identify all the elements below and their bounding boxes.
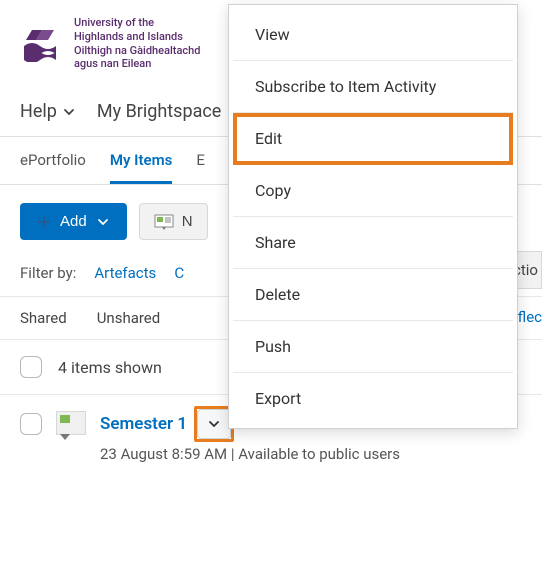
filter-label: Filter by: [20, 264, 76, 282]
brand-line-2: Highlands and Islands [74, 30, 200, 44]
nav-brightspace[interactable]: My Brightspace [97, 101, 221, 122]
menu-view[interactable]: View [233, 9, 513, 61]
menu-delete[interactable]: Delete [233, 269, 513, 321]
chevron-down-icon [63, 106, 75, 118]
menu-push[interactable]: Push [233, 321, 513, 373]
chevron-down-icon [97, 216, 109, 228]
item-meta: 23 August 8:59 AM | Available to public … [100, 445, 522, 463]
brand-line-1: University of the [74, 16, 200, 30]
presentation-button[interactable]: N [139, 203, 208, 240]
tab-eportfolio[interactable]: ePortfolio [20, 137, 86, 184]
add-button-label: Add [60, 213, 87, 230]
item-checkbox[interactable] [20, 413, 42, 435]
menu-subscribe[interactable]: Subscribe to Item Activity [233, 61, 513, 113]
menu-edit[interactable]: Edit [233, 113, 513, 165]
item-actions-menu: View Subscribe to Item Activity Edit Cop… [228, 4, 518, 429]
nav-help-label: Help [20, 101, 57, 122]
brand-text: University of the Highlands and Islands … [74, 16, 200, 71]
tab-fragment-e[interactable]: E [196, 137, 205, 184]
nav-brightspace-label: My Brightspace [97, 101, 221, 122]
add-button[interactable]: Add [20, 203, 127, 240]
menu-share[interactable]: Share [233, 217, 513, 269]
brand-line-4: agus nan Eilean [74, 57, 200, 71]
item-title-link[interactable]: Semester 1 [100, 414, 187, 434]
items-count-text: 4 items shown [58, 358, 162, 377]
presentation-icon [154, 214, 174, 230]
select-all-checkbox[interactable] [20, 356, 42, 378]
unshared-filter[interactable]: Unshared [97, 309, 161, 327]
menu-export[interactable]: Export [233, 373, 513, 424]
shared-filter[interactable]: Shared [20, 309, 67, 327]
uhi-logo-icon [20, 26, 64, 62]
tab-my-items[interactable]: My Items [110, 137, 172, 184]
filter-fragment-right[interactable]: flec [518, 308, 542, 326]
plus-icon [38, 216, 50, 228]
filter-fragment-c[interactable]: C [174, 264, 184, 282]
brand-line-3: Oilthigh na Gàidhealtachd [74, 44, 200, 58]
presentation-icon [56, 411, 86, 435]
menu-copy[interactable]: Copy [233, 165, 513, 217]
presentation-button-label: N [182, 213, 193, 230]
item-actions-menu-scroll[interactable]: View Subscribe to Item Activity Edit Cop… [233, 9, 513, 424]
filter-artefacts[interactable]: Artefacts [94, 264, 156, 282]
chevron-down-icon [207, 417, 221, 431]
nav-help[interactable]: Help [20, 101, 75, 122]
item-actions-dropdown-trigger[interactable] [197, 409, 231, 439]
